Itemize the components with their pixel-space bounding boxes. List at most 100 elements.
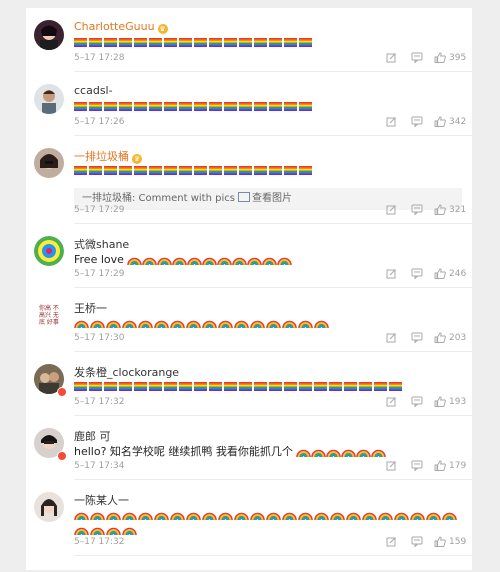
- avatar[interactable]: [34, 236, 64, 266]
- username[interactable]: ccadsl-: [74, 84, 113, 97]
- rainbow-icon: [138, 508, 153, 522]
- thumbs-up-icon[interactable]: [434, 396, 446, 407]
- comment-body: [74, 380, 466, 391]
- edit-icon[interactable]: [386, 52, 397, 63]
- comment-meta: 5–17 17:28 395: [74, 52, 466, 66]
- username-text[interactable]: CharlotteGuuu: [74, 20, 155, 33]
- like-button[interactable]: 193: [434, 396, 466, 407]
- username-text[interactable]: 王桥一: [74, 302, 107, 315]
- reply-icon[interactable]: [411, 268, 423, 279]
- rainbow-icon: [154, 316, 169, 330]
- like-button[interactable]: 179: [434, 460, 466, 471]
- reply-icon[interactable]: [411, 52, 423, 63]
- username-text[interactable]: 一排垃圾桶: [74, 150, 129, 163]
- rainbow-icon: [314, 508, 329, 522]
- reply-icon[interactable]: [411, 460, 423, 471]
- timestamp: 5–17 17:26: [74, 117, 125, 127]
- verified-badge: [57, 387, 67, 397]
- avatar[interactable]: [34, 148, 64, 178]
- thumbs-up-icon[interactable]: [434, 204, 446, 215]
- comment-content: [74, 380, 466, 391]
- thumbs-up-icon[interactable]: [434, 268, 446, 279]
- like-button[interactable]: 203: [434, 332, 466, 343]
- avatar[interactable]: [34, 84, 64, 114]
- rainbow-icon: [346, 508, 361, 522]
- divider: [74, 555, 472, 556]
- rainbow-flag-icon: [119, 382, 132, 391]
- rainbow-flag-icon: [209, 166, 222, 175]
- like-button[interactable]: 342: [434, 116, 466, 127]
- view-pictures-link[interactable]: 查看图片: [252, 193, 292, 204]
- rainbow-icon: [186, 508, 201, 522]
- reply-icon[interactable]: [411, 116, 423, 127]
- avatar[interactable]: 你高 不高兴 无底 好事: [34, 300, 64, 330]
- comment-item: 式微shane Free love 5–17 17:29 246: [26, 224, 472, 288]
- reply-icon[interactable]: [411, 204, 423, 215]
- like-button[interactable]: 395: [434, 52, 466, 63]
- edit-icon[interactable]: [386, 332, 397, 343]
- svg-text:底 好事: 底 好事: [39, 318, 59, 326]
- reply-icon[interactable]: [411, 332, 423, 343]
- like-button[interactable]: 321: [434, 204, 466, 215]
- username-text[interactable]: ccadsl-: [74, 84, 113, 97]
- rainbow-icon: [282, 316, 297, 330]
- username-text[interactable]: 一陈某人一: [74, 494, 129, 507]
- username[interactable]: 式微shane: [74, 236, 129, 252]
- avatar[interactable]: [34, 492, 64, 522]
- rainbow-flag-icon: [254, 166, 267, 175]
- thumbs-up-icon[interactable]: [434, 116, 446, 127]
- edit-icon[interactable]: [386, 268, 397, 279]
- svg-text:高兴 无: 高兴 无: [39, 311, 59, 319]
- rainbow-icon: [234, 316, 249, 330]
- edit-icon[interactable]: [386, 460, 397, 471]
- rainbow-flag-icon: [149, 102, 162, 111]
- rainbow-icon: [282, 508, 297, 522]
- rainbow-flag-icon: [284, 166, 297, 175]
- timestamp: 5–17 17:29: [74, 269, 125, 279]
- rainbow-flag-icon: [209, 38, 222, 47]
- rainbow-icon: [170, 316, 185, 330]
- edit-icon[interactable]: [386, 204, 397, 215]
- username[interactable]: 王桥一: [74, 300, 107, 316]
- thumbs-up-icon[interactable]: [434, 52, 446, 63]
- rainbow-flag-icon: [89, 166, 102, 175]
- username[interactable]: CharlotteGuuu ♛: [74, 20, 168, 34]
- username-text[interactable]: 式微shane: [74, 238, 129, 251]
- username[interactable]: 发条橙_clockorange: [74, 364, 179, 380]
- reply-icon[interactable]: [411, 536, 423, 547]
- rainbow-flag-icon: [299, 166, 312, 175]
- edit-icon[interactable]: [386, 116, 397, 127]
- rainbow-flag-icon: [74, 382, 87, 391]
- thumbs-up-icon[interactable]: [434, 460, 446, 471]
- username[interactable]: 鹿郎 可: [74, 428, 111, 444]
- rainbow-flag-icon: [269, 166, 282, 175]
- rainbow-flag-icon: [179, 382, 192, 391]
- rainbow-icon: [266, 508, 281, 522]
- thumbs-up-icon[interactable]: [434, 536, 446, 547]
- thumbs-up-icon[interactable]: [434, 332, 446, 343]
- username-text[interactable]: 发条橙_clockorange: [74, 366, 179, 379]
- reply-icon[interactable]: [411, 396, 423, 407]
- username[interactable]: 一陈某人一: [74, 492, 129, 508]
- edit-icon[interactable]: [386, 396, 397, 407]
- username[interactable]: 一排垃圾桶 ♛: [74, 148, 142, 164]
- edit-icon[interactable]: [386, 536, 397, 547]
- rainbow-flag-icon: [104, 166, 117, 175]
- rainbow-flag-icon: [104, 382, 117, 391]
- like-button[interactable]: 159: [434, 536, 466, 547]
- attachment-text: 一排垃圾桶: Comment with pics: [82, 193, 235, 204]
- comment-content: [74, 316, 466, 330]
- rainbow-flag-icon: [74, 102, 87, 111]
- rainbow-icon: [157, 253, 172, 267]
- rainbow-icon: [142, 253, 157, 267]
- rainbow-icon: [90, 508, 105, 522]
- rainbow-flag-icon: [119, 38, 132, 47]
- like-button[interactable]: 246: [434, 268, 466, 279]
- comment-content: hello? 知名学校呢 继续抓鸭 我看你能抓几个: [74, 444, 466, 459]
- rainbow-flag-icon: [134, 102, 147, 111]
- comment-content: [74, 100, 466, 111]
- like-count: 342: [449, 116, 467, 127]
- username-text[interactable]: 鹿郎 可: [74, 430, 111, 443]
- avatar[interactable]: [34, 20, 64, 50]
- rainbow-icon: [138, 316, 153, 330]
